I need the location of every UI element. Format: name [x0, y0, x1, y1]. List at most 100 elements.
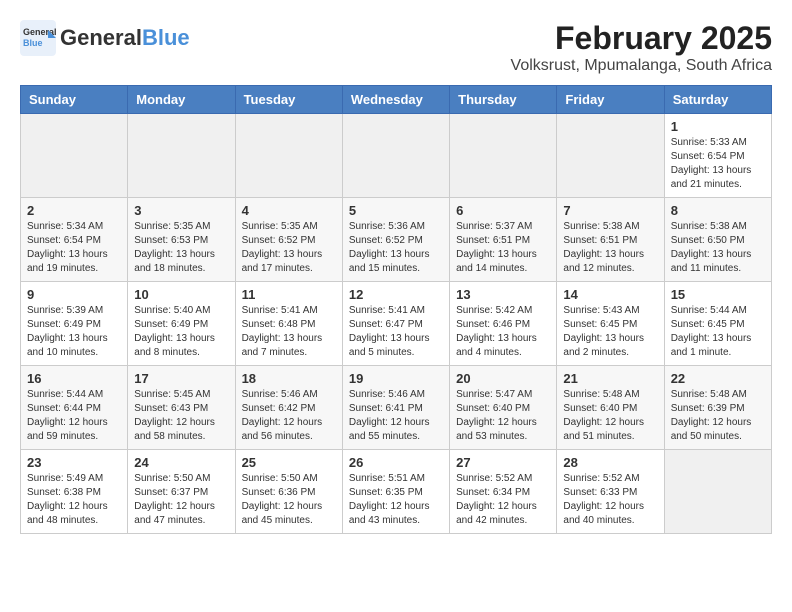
calendar-cell: 22Sunrise: 5:48 AM Sunset: 6:39 PM Dayli…	[664, 366, 771, 450]
day-number: 11	[242, 287, 336, 302]
day-number: 23	[27, 455, 121, 470]
day-number: 10	[134, 287, 228, 302]
day-info: Sunrise: 5:44 AM Sunset: 6:44 PM Dayligh…	[27, 388, 121, 444]
day-number: 6	[456, 203, 550, 218]
logo: General Blue GeneralBlue	[20, 20, 190, 56]
day-number: 2	[27, 203, 121, 218]
calendar-week-row: 16Sunrise: 5:44 AM Sunset: 6:44 PM Dayli…	[21, 366, 772, 450]
day-number: 19	[349, 371, 443, 386]
logo-blue: Blue	[142, 25, 190, 50]
day-number: 1	[671, 119, 765, 134]
calendar-cell: 23 Sunrise: 5:49 AM Sunset: 6:38 PM Dayli…	[21, 450, 128, 534]
day-info: Sunrise: 5:52 AM Sunset: 6:33 PM Dayligh…	[563, 472, 657, 528]
day-info: Sunrise: 5:47 AM Sunset: 6:40 PM Dayligh…	[456, 388, 550, 444]
day-info: Sunrise: 5:44 AM Sunset: 6:45 PM Dayligh…	[671, 304, 765, 360]
calendar-cell: 14Sunrise: 5:43 AM Sunset: 6:45 PM Dayli…	[557, 282, 664, 366]
calendar-cell: 19 Sunrise: 5:46 AM Sunset: 6:41 PM Dayli…	[342, 366, 449, 450]
calendar-cell: 1Sunrise: 5:33 AM Sunset: 6:54 PM Daylig…	[664, 114, 771, 198]
day-number: 18	[242, 371, 336, 386]
calendar-cell: 18 Sunrise: 5:46 AM Sunset: 6:42 PM Dayli…	[235, 366, 342, 450]
calendar-cell	[342, 114, 449, 198]
day-info: Sunrise: 5:46 AM Sunset: 6:41 PM Dayligh…	[349, 388, 443, 444]
calendar-cell: 8 Sunrise: 5:38 AM Sunset: 6:50 PM Daylig…	[664, 198, 771, 282]
calendar-cell: 6 Sunrise: 5:37 AM Sunset: 6:51 PM Daylig…	[450, 198, 557, 282]
calendar-week-row: 2 Sunrise: 5:34 AM Sunset: 6:54 PM Daylig…	[21, 198, 772, 282]
day-info: Sunrise: 5:40 AM Sunset: 6:49 PM Dayligh…	[134, 304, 228, 360]
day-info: Sunrise: 5:36 AM Sunset: 6:52 PM Dayligh…	[349, 220, 443, 276]
day-number: 26	[349, 455, 443, 470]
page-header: General Blue GeneralBlue February 2025 V…	[20, 20, 772, 75]
logo-icon: General Blue	[20, 20, 56, 56]
day-info: Sunrise: 5:50 AM Sunset: 6:36 PM Dayligh…	[242, 472, 336, 528]
column-header-tuesday: Tuesday	[235, 86, 342, 114]
day-number: 25	[242, 455, 336, 470]
day-info: Sunrise: 5:37 AM Sunset: 6:51 PM Dayligh…	[456, 220, 550, 276]
day-info: Sunrise: 5:38 AM Sunset: 6:51 PM Dayligh…	[563, 220, 657, 276]
month-title: February 2025	[511, 20, 772, 57]
day-info: Sunrise: 5:34 AM Sunset: 6:54 PM Dayligh…	[27, 220, 121, 276]
calendar-cell	[557, 114, 664, 198]
calendar-cell: 15 Sunrise: 5:44 AM Sunset: 6:45 PM Dayli…	[664, 282, 771, 366]
day-info: Sunrise: 5:48 AM Sunset: 6:40 PM Dayligh…	[563, 388, 657, 444]
calendar-cell	[128, 114, 235, 198]
calendar-cell: 4 Sunrise: 5:35 AM Sunset: 6:52 PM Daylig…	[235, 198, 342, 282]
calendar-cell	[21, 114, 128, 198]
calendar-cell: 7 Sunrise: 5:38 AM Sunset: 6:51 PM Daylig…	[557, 198, 664, 282]
calendar-cell: 11 Sunrise: 5:41 AM Sunset: 6:48 PM Dayli…	[235, 282, 342, 366]
column-header-monday: Monday	[128, 86, 235, 114]
day-number: 14	[563, 287, 657, 302]
day-info: Sunrise: 5:51 AM Sunset: 6:35 PM Dayligh…	[349, 472, 443, 528]
day-info: Sunrise: 5:46 AM Sunset: 6:42 PM Dayligh…	[242, 388, 336, 444]
day-number: 13	[456, 287, 550, 302]
calendar-cell: 2 Sunrise: 5:34 AM Sunset: 6:54 PM Daylig…	[21, 198, 128, 282]
day-info: Sunrise: 5:39 AM Sunset: 6:49 PM Dayligh…	[27, 304, 121, 360]
column-header-sunday: Sunday	[21, 86, 128, 114]
logo-general: General	[60, 25, 142, 50]
day-number: 8	[671, 203, 765, 218]
title-section: February 2025 Volksrust, Mpumalanga, Sou…	[511, 20, 772, 75]
day-info: Sunrise: 5:50 AM Sunset: 6:37 PM Dayligh…	[134, 472, 228, 528]
calendar-week-row: 9 Sunrise: 5:39 AM Sunset: 6:49 PM Daylig…	[21, 282, 772, 366]
calendar-cell	[664, 450, 771, 534]
day-number: 7	[563, 203, 657, 218]
day-number: 17	[134, 371, 228, 386]
calendar-cell: 12 Sunrise: 5:41 AM Sunset: 6:47 PM Dayli…	[342, 282, 449, 366]
calendar-cell: 28 Sunrise: 5:52 AM Sunset: 6:33 PM Dayli…	[557, 450, 664, 534]
calendar-header-row: SundayMondayTuesdayWednesdayThursdayFrid…	[21, 86, 772, 114]
day-info: Sunrise: 5:41 AM Sunset: 6:47 PM Dayligh…	[349, 304, 443, 360]
column-header-friday: Friday	[557, 86, 664, 114]
day-info: Sunrise: 5:41 AM Sunset: 6:48 PM Dayligh…	[242, 304, 336, 360]
calendar-table: SundayMondayTuesdayWednesdayThursdayFrid…	[20, 85, 772, 534]
calendar-cell: 13 Sunrise: 5:42 AM Sunset: 6:46 PM Dayli…	[450, 282, 557, 366]
day-info: Sunrise: 5:42 AM Sunset: 6:46 PM Dayligh…	[456, 304, 550, 360]
calendar-cell: 25 Sunrise: 5:50 AM Sunset: 6:36 PM Dayli…	[235, 450, 342, 534]
calendar-cell: 10 Sunrise: 5:40 AM Sunset: 6:49 PM Dayli…	[128, 282, 235, 366]
location-subtitle: Volksrust, Mpumalanga, South Africa	[511, 57, 772, 75]
calendar-cell: 9 Sunrise: 5:39 AM Sunset: 6:49 PM Daylig…	[21, 282, 128, 366]
day-number: 28	[563, 455, 657, 470]
day-number: 21	[563, 371, 657, 386]
day-info: Sunrise: 5:45 AM Sunset: 6:43 PM Dayligh…	[134, 388, 228, 444]
calendar-cell: 24 Sunrise: 5:50 AM Sunset: 6:37 PM Dayli…	[128, 450, 235, 534]
day-number: 15	[671, 287, 765, 302]
day-info: Sunrise: 5:49 AM Sunset: 6:38 PM Dayligh…	[27, 472, 121, 528]
day-number: 4	[242, 203, 336, 218]
day-number: 5	[349, 203, 443, 218]
calendar-cell: 26 Sunrise: 5:51 AM Sunset: 6:35 PM Dayli…	[342, 450, 449, 534]
day-info: Sunrise: 5:38 AM Sunset: 6:50 PM Dayligh…	[671, 220, 765, 276]
day-number: 24	[134, 455, 228, 470]
column-header-wednesday: Wednesday	[342, 86, 449, 114]
day-info: Sunrise: 5:48 AM Sunset: 6:39 PM Dayligh…	[671, 388, 765, 444]
day-number: 12	[349, 287, 443, 302]
calendar-cell	[235, 114, 342, 198]
calendar-cell: 5 Sunrise: 5:36 AM Sunset: 6:52 PM Daylig…	[342, 198, 449, 282]
day-number: 9	[27, 287, 121, 302]
day-number: 3	[134, 203, 228, 218]
calendar-cell: 21 Sunrise: 5:48 AM Sunset: 6:40 PM Dayli…	[557, 366, 664, 450]
calendar-cell: 16Sunrise: 5:44 AM Sunset: 6:44 PM Dayli…	[21, 366, 128, 450]
day-info: Sunrise: 5:35 AM Sunset: 6:52 PM Dayligh…	[242, 220, 336, 276]
calendar-cell: 3Sunrise: 5:35 AM Sunset: 6:53 PM Daylig…	[128, 198, 235, 282]
day-number: 20	[456, 371, 550, 386]
day-info: Sunrise: 5:52 AM Sunset: 6:34 PM Dayligh…	[456, 472, 550, 528]
column-header-saturday: Saturday	[664, 86, 771, 114]
